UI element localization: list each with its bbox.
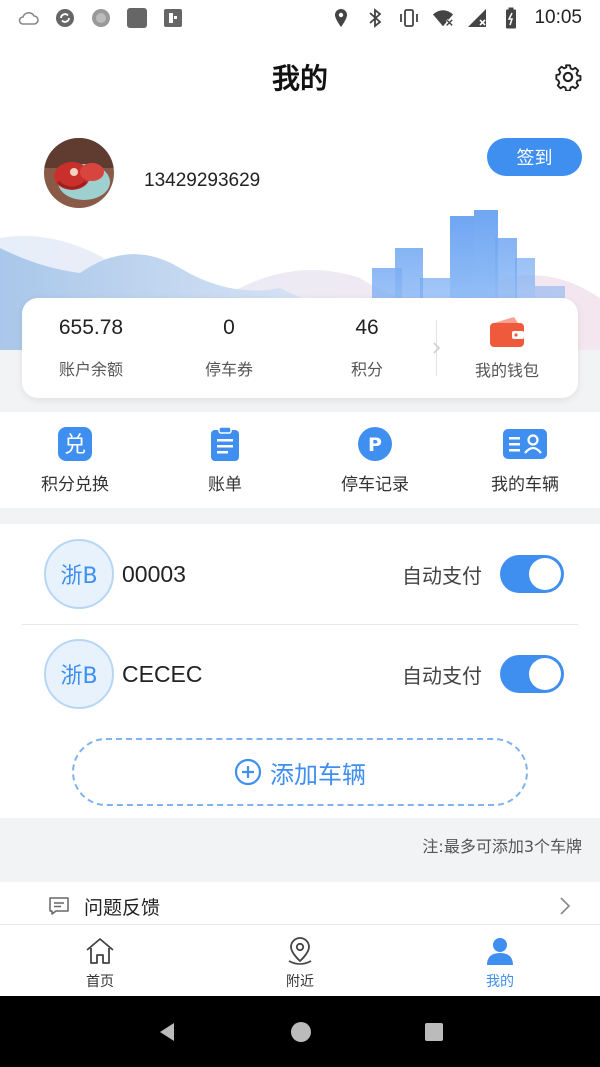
vehicle-card-icon bbox=[503, 429, 547, 459]
balance-label: 账户余额 bbox=[58, 360, 123, 379]
vehicle-row[interactable]: 浙B 00003 自动支付 bbox=[22, 524, 578, 625]
nfc-icon bbox=[162, 7, 184, 29]
coupons-stat[interactable]: 0 停车券 bbox=[160, 316, 298, 380]
tab-label: 首页 bbox=[86, 974, 114, 990]
settings-button[interactable] bbox=[554, 63, 582, 92]
points-value: 46 bbox=[355, 316, 379, 339]
points-exchange-button[interactable]: 兑 积分兑换 bbox=[0, 412, 150, 508]
plate-number: 00003 bbox=[122, 560, 186, 587]
wifi-off-icon bbox=[432, 7, 454, 29]
vibrate-icon bbox=[398, 7, 420, 29]
system-nav-bar bbox=[0, 996, 600, 1067]
avatar[interactable] bbox=[44, 138, 114, 208]
status-bar: 10:05 bbox=[0, 0, 600, 36]
home-icon bbox=[86, 938, 114, 964]
quick-menu-label: 停车记录 bbox=[341, 475, 409, 495]
quick-menu: 兑 积分兑换 账单 P 停车记录 我的车辆 bbox=[0, 412, 600, 508]
chevron-right-icon bbox=[433, 342, 441, 354]
exchange-glyph: 兑 bbox=[64, 433, 86, 458]
quick-menu-label: 我的车辆 bbox=[491, 475, 559, 495]
exchange-icon: 兑 bbox=[58, 427, 92, 461]
balance-value: 655.78 bbox=[58, 316, 124, 339]
account-stats-card: 655.78 账户余额 0 停车券 46 积分 我的钱包 bbox=[22, 298, 578, 398]
app-header: 我的 bbox=[0, 36, 600, 118]
back-icon[interactable] bbox=[156, 1021, 178, 1043]
bluetooth-icon bbox=[364, 7, 386, 29]
tab-home[interactable]: 首页 bbox=[0, 925, 200, 996]
tab-label: 我的 bbox=[486, 974, 514, 990]
wallet-button[interactable]: 我的钱包 bbox=[437, 315, 577, 381]
message-icon bbox=[49, 897, 69, 915]
location-pin-icon bbox=[288, 937, 312, 965]
status-time: 10:05 bbox=[534, 7, 582, 28]
page-title: 我的 bbox=[271, 62, 328, 95]
bill-button[interactable]: 账单 bbox=[150, 412, 300, 508]
tab-nearby[interactable]: 附近 bbox=[200, 925, 400, 996]
toggle-knob bbox=[529, 558, 561, 590]
wallet-icon bbox=[490, 317, 524, 347]
coupons-value: 0 bbox=[223, 316, 235, 339]
auto-pay-toggle[interactable] bbox=[500, 555, 564, 593]
points-label: 积分 bbox=[350, 360, 383, 379]
parking-records-button[interactable]: P 停车记录 bbox=[300, 412, 450, 508]
battery-icon bbox=[500, 7, 522, 29]
bottom-tab-bar: 首页 附近 我的 bbox=[0, 924, 600, 996]
home-circle-icon[interactable] bbox=[290, 1021, 312, 1043]
parking-glyph: P bbox=[368, 434, 382, 456]
auto-pay-label: 自动支付 bbox=[402, 663, 482, 688]
my-vehicles-button[interactable]: 我的车辆 bbox=[450, 412, 600, 508]
plate-province-badge: 浙B bbox=[44, 539, 114, 609]
plus-circle-icon bbox=[234, 758, 262, 786]
balance-stat[interactable]: 655.78 账户余额 bbox=[22, 316, 160, 380]
circle-app-icon bbox=[90, 7, 112, 29]
add-vehicle-button[interactable]: 添加车辆 bbox=[72, 738, 528, 806]
vehicle-limit-note: 注:最多可添加3个车牌 bbox=[422, 837, 582, 856]
gear-icon bbox=[555, 64, 582, 92]
plate-number: CECEC bbox=[122, 660, 203, 687]
chevron-right-icon bbox=[560, 897, 571, 915]
person-icon bbox=[487, 938, 513, 965]
quick-menu-label: 积分兑换 bbox=[41, 475, 109, 495]
plate-province-badge: 浙B bbox=[44, 639, 114, 709]
sign-in-button[interactable]: 签到 bbox=[487, 138, 582, 176]
user-phone: 13429293629 bbox=[144, 170, 261, 191]
vehicle-list: 浙B 00003 自动支付 浙B CECEC 自动支付 添加车辆 bbox=[0, 524, 600, 818]
toggle-knob bbox=[529, 658, 561, 690]
wallet-label: 我的钱包 bbox=[474, 361, 539, 380]
tab-mine[interactable]: 我的 bbox=[400, 925, 600, 996]
status-right-icons: 10:05 bbox=[330, 7, 582, 29]
sync-icon bbox=[54, 7, 76, 29]
status-left-icons bbox=[18, 7, 184, 29]
stats-divider bbox=[433, 320, 441, 376]
square-app-icon bbox=[126, 7, 148, 29]
add-vehicle-label: 添加车辆 bbox=[270, 760, 366, 789]
auto-pay-label: 自动支付 bbox=[402, 563, 482, 588]
coupons-label: 停车券 bbox=[204, 360, 253, 379]
feedback-label: 问题反馈 bbox=[84, 896, 161, 919]
vehicle-row[interactable]: 浙B CECEC 自动支付 bbox=[22, 624, 578, 724]
tab-label: 附近 bbox=[286, 974, 314, 990]
feedback-row[interactable]: 问题反馈 bbox=[0, 882, 600, 930]
signal-icon bbox=[466, 7, 488, 29]
location-icon bbox=[330, 7, 352, 29]
recents-icon[interactable] bbox=[424, 1022, 444, 1042]
weather-icon bbox=[18, 7, 40, 29]
clipboard-icon bbox=[211, 426, 239, 461]
quick-menu-label: 账单 bbox=[208, 475, 242, 495]
auto-pay-toggle[interactable] bbox=[500, 655, 564, 693]
parking-icon: P bbox=[358, 427, 392, 461]
points-stat[interactable]: 46 积分 bbox=[298, 316, 436, 380]
